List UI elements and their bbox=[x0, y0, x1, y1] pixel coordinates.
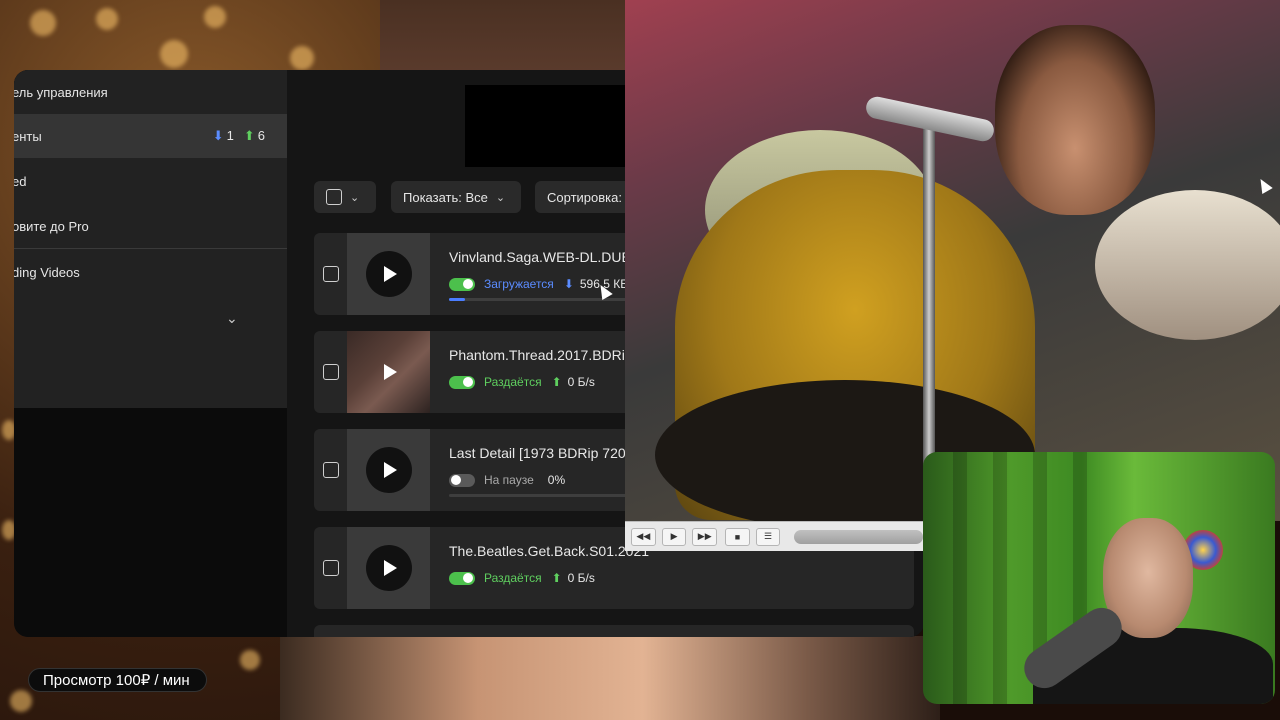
download-arrow-icon: ⬇ bbox=[212, 128, 224, 143]
rewind-button[interactable]: ◀◀ bbox=[631, 527, 656, 546]
play-icon bbox=[384, 266, 397, 282]
torrent-checkbox[interactable] bbox=[323, 560, 339, 576]
sidebar-item-torrents[interactable]: енты ⬇ 1 ⬆ 6 bbox=[14, 114, 287, 158]
bokeh-light bbox=[10, 690, 32, 712]
sidebar-item-label: ed bbox=[14, 173, 27, 189]
torrent-thumbnail[interactable] bbox=[347, 331, 430, 413]
drum-image bbox=[1095, 190, 1280, 340]
play-icon bbox=[384, 364, 397, 380]
torrent-status: Загружается bbox=[484, 277, 554, 291]
curtain-fold bbox=[953, 452, 967, 704]
torrent-progress-bar bbox=[449, 298, 649, 301]
torrent-status: Раздаётся bbox=[484, 375, 542, 389]
download-count: ⬇ 1 bbox=[212, 128, 234, 143]
curtain-fold bbox=[993, 452, 1007, 704]
select-all-checkbox[interactable] bbox=[326, 189, 342, 205]
sidebar-item-label: ель управления bbox=[14, 84, 108, 100]
seeding-count: ⬆ 6 bbox=[243, 128, 265, 143]
torrent-speed: 0 Б/s bbox=[567, 375, 595, 389]
select-all-dropdown[interactable]: ⌄ bbox=[314, 181, 376, 213]
sidebar-panel: ель управления енты ⬇ 1 ⬆ 6 ed овите до Pr… bbox=[14, 70, 287, 408]
sidebar-item-control-panel[interactable]: ель управления bbox=[14, 70, 287, 114]
upload-arrow-icon: ⬆ bbox=[551, 571, 562, 585]
torrent-status-row: На паузе 0% bbox=[449, 473, 565, 487]
filter-label: Показать: Все bbox=[403, 189, 488, 205]
bokeh-light bbox=[30, 10, 56, 36]
torrent-toggle[interactable] bbox=[449, 277, 475, 291]
upload-arrow-icon: ⬆ bbox=[243, 128, 255, 143]
play-button[interactable] bbox=[366, 545, 412, 591]
chevron-down-icon[interactable]: ⌄ bbox=[226, 310, 238, 327]
torrent-status: Раздаётся bbox=[484, 571, 542, 585]
webcam-overlay bbox=[923, 452, 1275, 704]
sidebar-item-upgrade-pro[interactable]: овите до Pro bbox=[14, 204, 287, 248]
torrent-toggle[interactable] bbox=[449, 571, 475, 585]
filter-dropdown[interactable]: Показать: Все ⌄ bbox=[391, 181, 521, 213]
torrent-toggle[interactable] bbox=[449, 473, 475, 487]
fast-forward-button[interactable]: ▶▶ bbox=[692, 527, 718, 546]
sidebar-item-label: ding Videos bbox=[14, 264, 80, 280]
torrent-toggle[interactable] bbox=[449, 375, 475, 389]
torrent-speed: 0% bbox=[547, 473, 566, 487]
torrent-title: Vinvland.Saga.WEB-DL.DUB.S bbox=[449, 249, 645, 265]
torrent-status-row: Раздаётся ⬆ 0 Б/s bbox=[449, 375, 595, 389]
torrent-item[interactable] bbox=[314, 625, 914, 637]
play-icon bbox=[384, 560, 397, 576]
torrent-status-row: Раздаётся ⬆ 0 Б/s bbox=[449, 571, 595, 585]
torrent-progress-fill bbox=[449, 298, 465, 301]
download-arrow-icon: ⬇ bbox=[563, 277, 574, 291]
torrent-thumbnail[interactable] bbox=[347, 527, 430, 609]
chevron-down-icon: ⌄ bbox=[495, 191, 506, 204]
bokeh-light bbox=[290, 46, 314, 70]
torrent-title: The.Beatles.Get.Back.S01.2021 bbox=[449, 543, 650, 559]
sidebar-item-trending-videos[interactable]: ding Videos bbox=[14, 250, 287, 294]
torrent-title: Last Detail [1973 BDRip 720 bbox=[449, 445, 626, 461]
sidebar-item-expandable[interactable] bbox=[14, 295, 287, 339]
torrent-checkbox[interactable] bbox=[323, 266, 339, 282]
bokeh-light bbox=[96, 8, 118, 30]
sidebar-item-feed[interactable]: ed bbox=[14, 159, 287, 203]
video-frame[interactable] bbox=[625, 0, 1280, 521]
bokeh-light bbox=[240, 650, 260, 670]
torrent-progress-bar bbox=[449, 494, 649, 497]
video-controls: ◀◀ ▶ ▶▶ ■ ☰ bbox=[625, 521, 923, 551]
torrent-speed: 0 Б/s bbox=[567, 571, 595, 585]
sidebar-counts: ⬇ 1 ⬆ 6 bbox=[213, 128, 265, 144]
torrent-checkbox[interactable] bbox=[323, 364, 339, 380]
play-button[interactable] bbox=[366, 447, 412, 493]
background-image-bottom bbox=[280, 636, 940, 720]
price-badge: Просмотр 100₽ / мин bbox=[28, 668, 207, 692]
torrent-thumbnail[interactable] bbox=[347, 429, 430, 511]
performer-head-image bbox=[995, 25, 1155, 215]
bokeh-light bbox=[204, 6, 226, 28]
banner-placeholder bbox=[465, 85, 635, 167]
bokeh-light bbox=[160, 40, 188, 68]
torrent-checkbox[interactable] bbox=[323, 462, 339, 478]
play-button[interactable] bbox=[366, 349, 412, 395]
torrent-title: Phantom.Thread.2017.BDRip bbox=[449, 347, 633, 363]
play-button[interactable]: ▶ bbox=[661, 527, 687, 546]
sidebar-item-label: енты bbox=[14, 128, 42, 144]
upload-arrow-icon: ⬆ bbox=[551, 375, 562, 389]
sidebar: ель управления енты ⬇ 1 ⬆ 6 ed овите до Pr… bbox=[14, 70, 287, 637]
torrent-thumbnail[interactable] bbox=[347, 233, 430, 315]
play-icon bbox=[384, 462, 397, 478]
playlist-button[interactable]: ☰ bbox=[755, 527, 781, 546]
play-button[interactable] bbox=[366, 251, 412, 297]
sort-label: Сортировка: bbox=[547, 189, 622, 205]
torrent-status: На паузе bbox=[484, 473, 534, 487]
chevron-down-icon: ⌄ bbox=[350, 191, 360, 204]
stop-button[interactable]: ■ bbox=[725, 527, 750, 546]
seek-bar[interactable] bbox=[794, 529, 923, 544]
sidebar-divider bbox=[14, 248, 287, 249]
sidebar-item-label: овите до Pro bbox=[14, 218, 89, 234]
